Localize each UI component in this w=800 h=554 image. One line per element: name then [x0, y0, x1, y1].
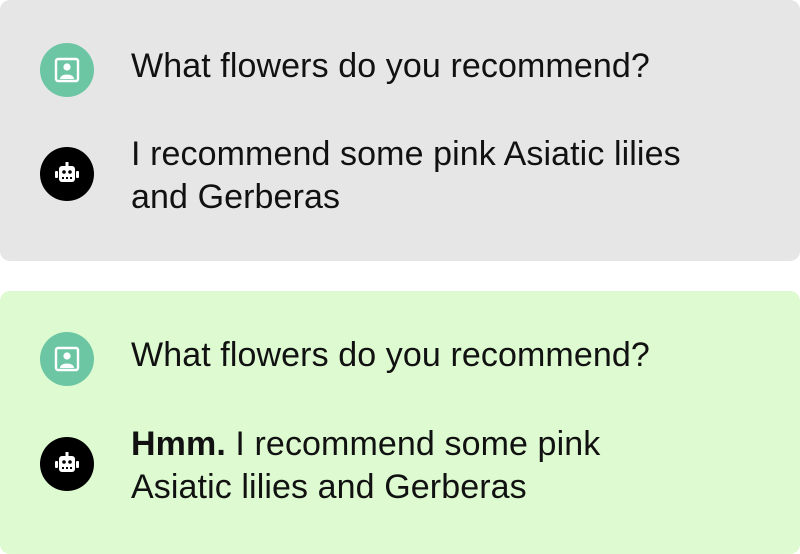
bot-message-text: Hmm. I recommend some pink Asiatic lilie… [131, 423, 671, 509]
bot-message-prefix: Hmm. [131, 425, 226, 463]
chat-panel-plain: What flowers do you recommend? I recomme… [0, 0, 800, 261]
robot-avatar-icon [40, 437, 94, 491]
user-message-row: What flowers do you recommend? [40, 43, 780, 97]
user-message-row: What flowers do you recommend? [40, 332, 780, 386]
user-avatar-icon [40, 43, 94, 97]
robot-avatar-icon [40, 147, 94, 201]
bot-message-body: I recommend some pink Asiatic lilies and… [131, 135, 681, 216]
bot-message-row: Hmm. I recommend some pink Asiatic lilie… [40, 425, 780, 509]
user-avatar-icon [40, 332, 94, 386]
user-message-text: What flowers do you recommend? [131, 47, 650, 85]
bot-message-row: I recommend some pink Asiatic lilies and… [40, 135, 780, 219]
user-message-text: What flowers do you recommend? [131, 336, 650, 374]
bot-message-text: I recommend some pink Asiatic lilies and… [131, 133, 691, 219]
